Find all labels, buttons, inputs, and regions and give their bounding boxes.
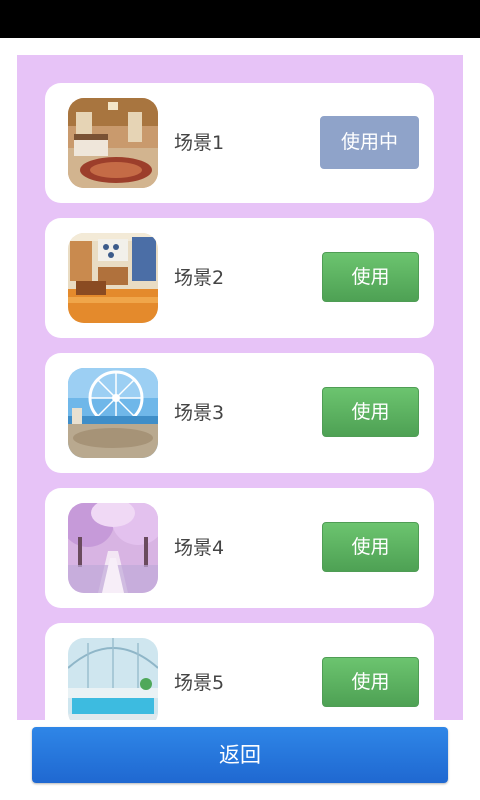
scene-thumbnail	[68, 503, 158, 593]
scene-card: 场景4 使用	[45, 488, 434, 608]
use-button[interactable]: 使用	[322, 252, 419, 302]
scene-card: 场景1 使用中	[45, 83, 434, 203]
scene-card: 场景2 使用	[45, 218, 434, 338]
scene-thumbnail	[68, 638, 158, 720]
use-button[interactable]: 使用	[322, 657, 419, 707]
scene-thumbnail	[68, 368, 158, 458]
scene-label: 场景3	[174, 402, 225, 424]
scene-card: 场景5 使用	[45, 623, 434, 720]
back-button[interactable]: 返回	[32, 727, 448, 783]
use-button[interactable]: 使用	[322, 522, 419, 572]
scene-thumbnail	[68, 98, 158, 188]
in-use-button[interactable]: 使用中	[320, 116, 419, 169]
scene-label: 场景1	[174, 132, 225, 154]
scene-label: 场景2	[174, 267, 225, 289]
use-button[interactable]: 使用	[322, 387, 419, 437]
status-bar	[0, 0, 480, 38]
scene-label: 场景4	[174, 537, 225, 559]
scene-list-panel[interactable]: 场景1 使用中 场景2 使用 场景3 使用 场景4 使用 场景5 使用	[17, 55, 463, 720]
scene-card: 场景3 使用	[45, 353, 434, 473]
scene-thumbnail	[68, 233, 158, 323]
scene-label: 场景5	[174, 672, 225, 694]
